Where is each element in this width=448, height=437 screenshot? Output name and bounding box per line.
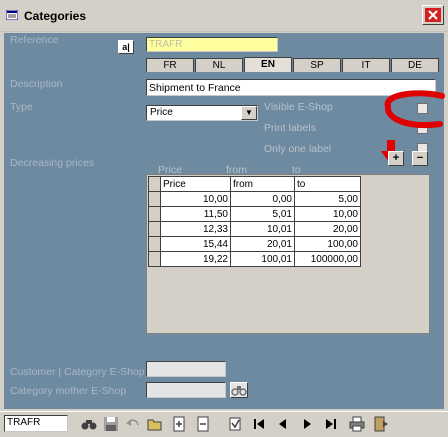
exit-icon bbox=[374, 416, 388, 432]
decreasing-prices-label: Decreasing prices bbox=[10, 157, 95, 169]
type-label: Type bbox=[10, 101, 33, 113]
cell-price[interactable]: 12,33 bbox=[160, 221, 231, 237]
title-bar: Categories bbox=[0, 0, 448, 32]
last-record-button[interactable] bbox=[322, 415, 340, 433]
table-row[interactable]: 11,50 5,01 10,00 bbox=[148, 206, 361, 222]
tab-de[interactable]: DE bbox=[391, 58, 439, 72]
record-search-input[interactable]: TRAFR bbox=[4, 415, 68, 432]
delete-record-button[interactable] bbox=[226, 415, 244, 433]
first-record-icon bbox=[254, 419, 264, 429]
close-button[interactable] bbox=[422, 5, 444, 25]
cell-to[interactable]: 5,00 bbox=[294, 191, 361, 207]
tab-nl[interactable]: NL bbox=[195, 58, 243, 72]
description-label: Description bbox=[10, 78, 63, 90]
cell-price[interactable]: 15,44 bbox=[160, 236, 231, 252]
row-selector[interactable] bbox=[148, 176, 161, 192]
close-icon bbox=[425, 8, 441, 22]
grid-header-price[interactable]: Price bbox=[160, 176, 231, 192]
print-labels-label: Print labels bbox=[264, 122, 316, 134]
save-icon bbox=[104, 417, 118, 431]
type-select-value: Price bbox=[150, 107, 173, 118]
tab-sp[interactable]: SP bbox=[293, 58, 341, 72]
binoculars-icon bbox=[81, 420, 97, 430]
annotation-circle bbox=[384, 90, 445, 128]
new-record-icon bbox=[173, 416, 185, 432]
save-button[interactable] bbox=[102, 415, 120, 433]
open-button[interactable] bbox=[146, 415, 164, 433]
cell-from[interactable]: 100,01 bbox=[230, 251, 295, 267]
category-mother-input[interactable] bbox=[146, 382, 226, 398]
row-selector[interactable] bbox=[148, 251, 161, 267]
exit-button[interactable] bbox=[372, 415, 390, 433]
cell-from[interactable]: 0,00 bbox=[230, 191, 295, 207]
undo-button[interactable] bbox=[124, 415, 142, 433]
visible-eshop-label: Visible E-Shop bbox=[264, 101, 333, 113]
cell-from[interactable]: 20,01 bbox=[230, 236, 295, 252]
cell-to[interactable]: 100000,00 bbox=[294, 251, 361, 267]
cell-from[interactable]: 10,01 bbox=[230, 221, 295, 237]
app-icon bbox=[6, 10, 18, 20]
row-selector[interactable] bbox=[148, 206, 161, 222]
copy-record-icon bbox=[197, 416, 209, 432]
category-mother-search-button[interactable] bbox=[230, 382, 248, 398]
price-grid: Price from to 10,00 0,00 5,00 11,50 5,01… bbox=[148, 176, 361, 267]
grid-header-to[interactable]: to bbox=[294, 176, 361, 192]
grid-header-row: Price from to bbox=[148, 176, 361, 192]
search-button[interactable] bbox=[80, 415, 98, 433]
navigation-toolbar: TRAFR bbox=[0, 411, 448, 435]
cell-to[interactable]: 10,00 bbox=[294, 206, 361, 222]
chevron-down-icon[interactable]: ▼ bbox=[241, 106, 257, 120]
last-record-icon bbox=[326, 419, 336, 429]
customer-category-input[interactable] bbox=[146, 361, 226, 377]
reference-input[interactable]: TRAFR bbox=[146, 37, 278, 52]
table-row[interactable]: 15,44 20,01 100,00 bbox=[148, 236, 361, 252]
reference-lookup-button[interactable]: a| bbox=[118, 40, 134, 54]
cell-price[interactable]: 19,22 bbox=[160, 251, 231, 267]
print-button[interactable] bbox=[348, 415, 366, 433]
cell-price[interactable]: 10,00 bbox=[160, 191, 231, 207]
tab-fr[interactable]: FR bbox=[146, 58, 194, 72]
first-record-button[interactable] bbox=[250, 415, 268, 433]
cell-to[interactable]: 20,00 bbox=[294, 221, 361, 237]
grid-header-from[interactable]: from bbox=[230, 176, 295, 192]
row-selector[interactable] bbox=[148, 191, 161, 207]
categories-window: Categories Reference a| TRAFR FR NL EN S… bbox=[0, 0, 448, 437]
table-row[interactable]: 19,22 100,01 100000,00 bbox=[148, 251, 361, 267]
tab-it[interactable]: IT bbox=[342, 58, 390, 72]
add-row-button[interactable]: + bbox=[388, 151, 404, 166]
row-selector[interactable] bbox=[148, 221, 161, 237]
delete-record-icon bbox=[229, 417, 241, 431]
category-mother-label: Category mother E-Shop bbox=[10, 385, 127, 397]
open-folder-icon bbox=[147, 419, 162, 431]
table-row[interactable]: 12,33 10,01 20,00 bbox=[148, 221, 361, 237]
binoculars-icon bbox=[231, 386, 247, 396]
row-selector[interactable] bbox=[148, 236, 161, 252]
customer-category-label: Customer | Category E-Shop bbox=[10, 366, 145, 378]
print-icon bbox=[349, 416, 365, 432]
cell-price[interactable]: 11,50 bbox=[160, 206, 231, 222]
previous-record-button[interactable] bbox=[274, 415, 292, 433]
next-record-icon bbox=[304, 419, 311, 429]
tab-en[interactable]: EN bbox=[244, 57, 292, 72]
undo-icon bbox=[126, 419, 139, 426]
previous-record-icon bbox=[279, 419, 286, 429]
cell-from[interactable]: 5,01 bbox=[230, 206, 295, 222]
new-record-button[interactable] bbox=[170, 415, 188, 433]
remove-row-button[interactable]: − bbox=[412, 151, 428, 166]
only-one-label-label: Only one label bbox=[264, 143, 332, 155]
table-row[interactable]: 10,00 0,00 5,00 bbox=[148, 191, 361, 207]
cell-to[interactable]: 100,00 bbox=[294, 236, 361, 252]
window-title: Categories bbox=[24, 9, 87, 23]
copy-record-button[interactable] bbox=[194, 415, 212, 433]
reference-label: Reference bbox=[10, 34, 59, 46]
next-record-button[interactable] bbox=[298, 415, 316, 433]
